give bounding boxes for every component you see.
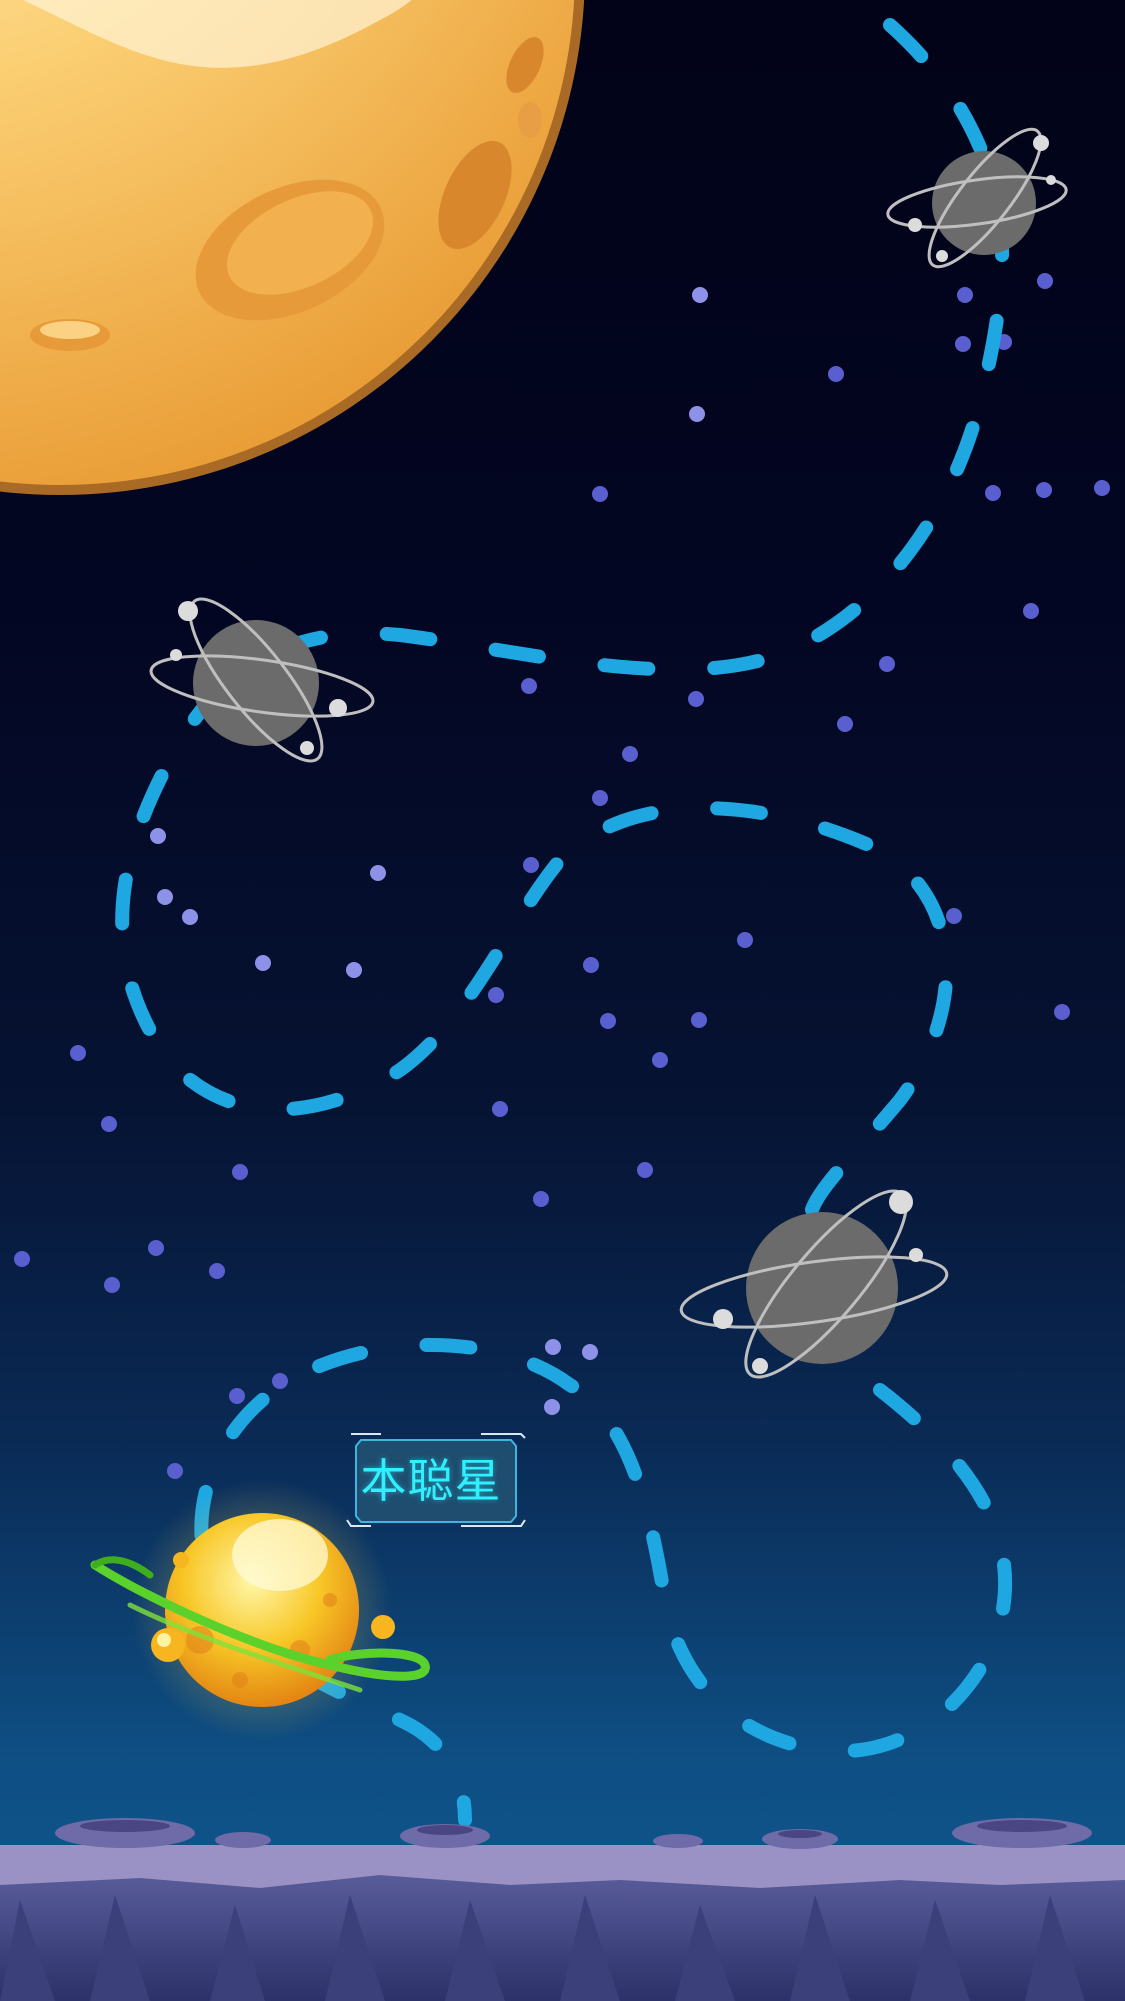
locked-planet-2[interactable]	[147, 583, 376, 778]
map-canvas	[0, 0, 1125, 2001]
level-map-scene: 本聪星	[0, 0, 1125, 2001]
planet-name-label[interactable]: 本聪星	[346, 1432, 526, 1527]
planet-name-text: 本聪星	[360, 1454, 502, 1508]
lunar-ground	[0, 1818, 1125, 2001]
moon-decoration	[0, 0, 585, 495]
